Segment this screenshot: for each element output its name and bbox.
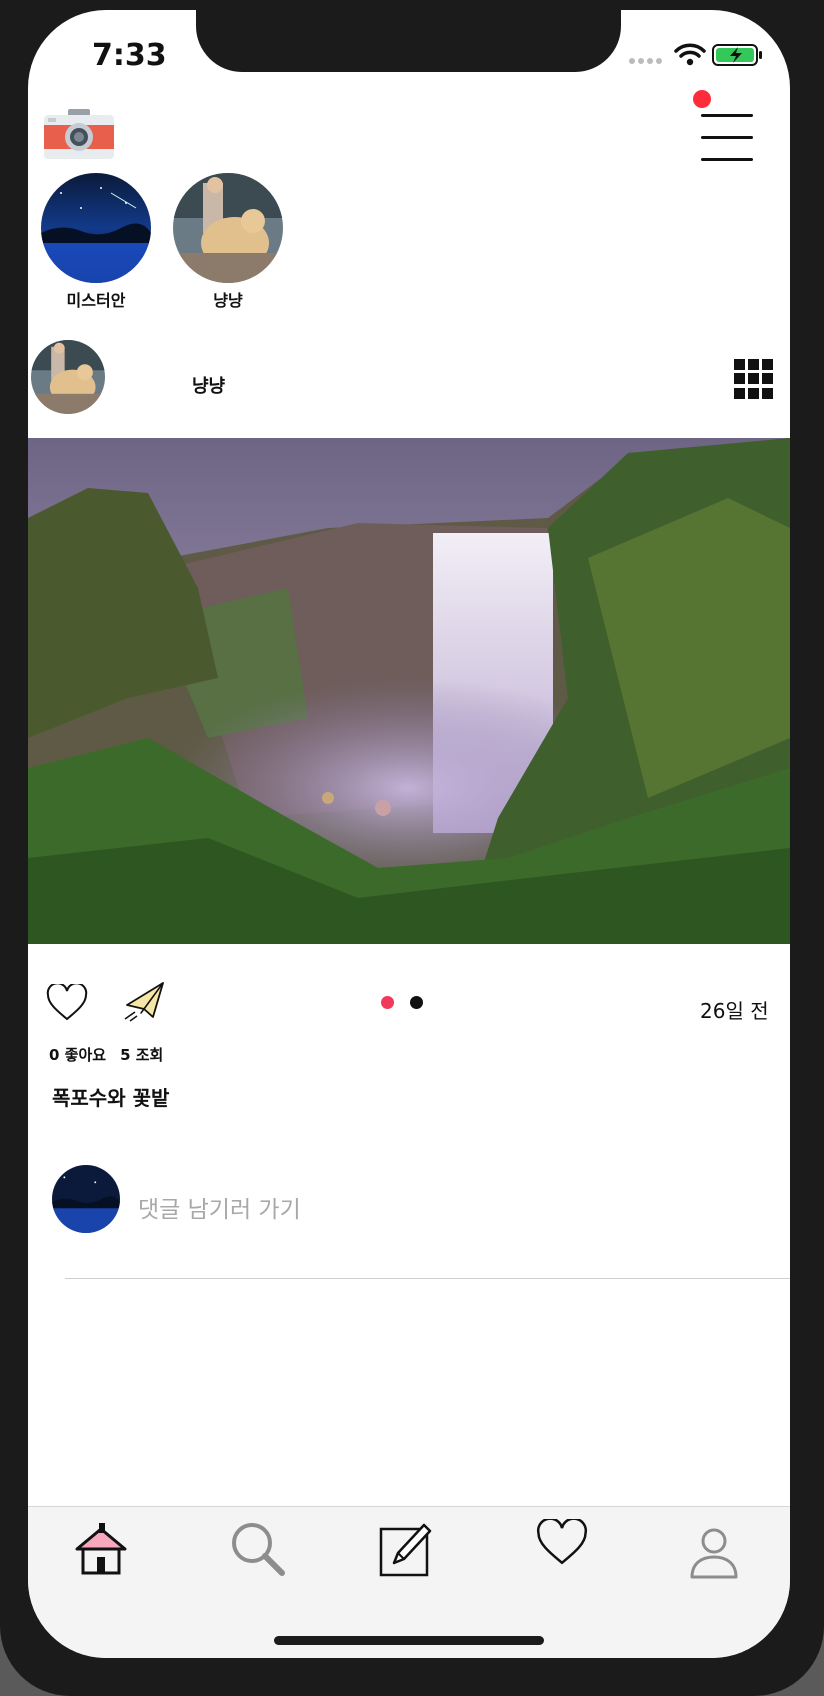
phone-frame: 7:33 미스터안 냥냥 냥냥 26일 전 0 좋아요 5 조회 폭포수와 꽃밭…	[0, 0, 824, 1696]
signal-icon	[629, 58, 667, 66]
story-name: 미스터안	[66, 291, 126, 310]
menu-button[interactable]	[698, 110, 754, 166]
story-name: 냥냥	[213, 291, 243, 310]
edit-icon[interactable]	[378, 1519, 438, 1579]
notch	[196, 10, 621, 72]
carousel-dot-active[interactable]	[381, 996, 394, 1009]
home-icon[interactable]	[71, 1519, 131, 1579]
home-indicator	[274, 1636, 544, 1645]
heart-icon[interactable]	[46, 984, 88, 1022]
battery-icon	[712, 44, 762, 66]
camera-icon[interactable]	[42, 107, 116, 161]
story-avatar	[41, 173, 151, 283]
wifi-icon	[674, 43, 706, 66]
status-time: 7:33	[92, 38, 167, 73]
story-item[interactable]: 냥냥	[172, 173, 284, 311]
comment-input[interactable]: 댓글 남기러 가기	[138, 1190, 301, 1224]
grid-view-icon[interactable]	[734, 359, 774, 399]
paper-plane-icon[interactable]	[123, 979, 167, 1023]
story-avatar	[173, 173, 283, 283]
comment-avatar	[52, 1165, 120, 1233]
post-author-avatar[interactable]	[31, 340, 105, 414]
post-image	[28, 438, 790, 944]
post-stats: 0 좋아요 5 조회	[49, 1044, 163, 1065]
search-icon[interactable]	[228, 1519, 288, 1579]
carousel-dot[interactable]	[410, 996, 423, 1009]
divider	[65, 1278, 790, 1279]
view-count: 5 조회	[120, 1046, 164, 1064]
post-age: 26일 전	[700, 999, 769, 1023]
post-caption: 폭포수와 꽃밭	[52, 1086, 170, 1110]
heart-icon[interactable]	[536, 1519, 588, 1567]
notification-dot	[693, 90, 711, 108]
profile-icon[interactable]	[688, 1527, 740, 1581]
app-screen: 7:33 미스터안 냥냥 냥냥 26일 전 0 좋아요 5 조회 폭포수와 꽃밭…	[28, 10, 790, 1658]
post-username[interactable]: 냥냥	[192, 372, 225, 398]
like-count: 0 좋아요	[49, 1046, 107, 1064]
story-item[interactable]: 미스터안	[40, 173, 152, 311]
